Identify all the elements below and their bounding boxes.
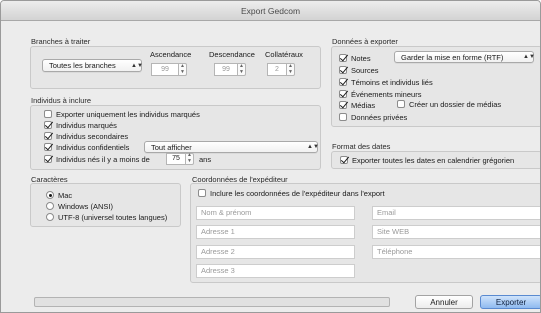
descendance-value[interactable]: 99 [214, 63, 238, 76]
option-inclure-coordonnees[interactable]: Inclure les coordonnées de l'expéditeur … [198, 188, 385, 198]
radio-windows-ansi[interactable]: Windows (ANSI) [46, 201, 113, 211]
format-dates-section-title: Format des dates [332, 142, 391, 151]
option-label: Individus confidentiels [56, 142, 130, 152]
option-label: Individus marqués [56, 120, 117, 130]
descendance-label: Descendance [209, 50, 255, 59]
option-label: Créer un dossier de médias [409, 99, 502, 109]
ascendance-stepper[interactable]: 99 ▲ ▼ [151, 63, 187, 76]
option-medias[interactable]: Médias [339, 100, 375, 110]
option-label: Témoins et individus liés [351, 77, 433, 87]
checkbox[interactable] [44, 132, 52, 140]
checkbox[interactable] [339, 54, 347, 62]
radio-button[interactable] [46, 202, 54, 210]
checkbox[interactable] [339, 101, 347, 109]
years-stepper[interactable]: 75 ▲ ▼ [166, 152, 194, 165]
option-individus-nes[interactable]: Individus nés il y a moins de [44, 154, 150, 164]
checkbox[interactable] [339, 78, 347, 86]
branches-select[interactable]: Toutes les branches ▲▼ [42, 59, 143, 72]
stepper-arrows-icon[interactable]: ▲ ▼ [179, 63, 187, 76]
radio-mac[interactable]: Mac [46, 190, 72, 200]
branches-select-value: Toutes les branches [49, 61, 116, 70]
name-field[interactable]: Nom & prénom [196, 206, 355, 220]
option-label: Individus secondaires [56, 131, 129, 141]
email-field[interactable]: Email [372, 206, 540, 220]
address1-field[interactable]: Adresse 1 [196, 225, 355, 239]
option-individus-marques[interactable]: Individus marqués [44, 120, 117, 130]
option-label: Données privées [351, 112, 408, 122]
phone-field[interactable]: Téléphone [372, 245, 540, 259]
export-button[interactable]: Exporter [480, 295, 540, 309]
radio-label: UTF-8 (universel toutes langues) [58, 212, 168, 222]
select-arrows-icon: ▲▼ [523, 54, 535, 60]
branches-section-title: Branches à traiter [31, 37, 91, 46]
option-label: Événements mineurs [351, 89, 422, 99]
address2-field[interactable]: Adresse 2 [196, 245, 355, 259]
export-gedcom-window: Export Gedcom Branches à traiter Toutes … [0, 0, 541, 313]
checkbox[interactable] [44, 110, 52, 118]
option-label: Sources [351, 65, 379, 75]
checkbox[interactable] [339, 66, 347, 74]
option-dossier-medias[interactable]: Créer un dossier de médias [397, 99, 501, 109]
notes-format-value: Garder la mise en forme (RTF) [401, 52, 504, 62]
option-label: Notes [351, 53, 371, 63]
collateraux-label: Collatéraux [265, 50, 303, 59]
radio-label: Mac [58, 190, 73, 200]
checkbox[interactable] [340, 156, 348, 164]
export-progress-bar [34, 297, 390, 307]
website-field[interactable]: Site WEB [372, 225, 540, 239]
ascendance-value[interactable]: 99 [151, 63, 179, 76]
checkbox[interactable] [339, 113, 347, 121]
stepper-arrows-icon[interactable]: ▲ ▼ [287, 63, 295, 76]
option-label: Médias [351, 100, 376, 110]
window-title: Export Gedcom [1, 1, 540, 21]
checkbox[interactable] [339, 90, 347, 98]
option-label: Inclure les coordonnées de l'expéditeur … [210, 188, 385, 198]
ascendance-label: Ascendance [150, 50, 192, 59]
option-label: Exporter toutes les dates en calendrier … [352, 155, 515, 165]
address3-field[interactable]: Adresse 3 [196, 264, 355, 278]
donnees-section-title: Données à exporter [332, 37, 398, 46]
checkbox[interactable] [198, 189, 206, 197]
option-label: Exporter uniquement les individus marqué… [56, 109, 200, 119]
option-evenements-mineurs[interactable]: Événements mineurs [339, 89, 421, 99]
stepper-arrows-icon[interactable]: ▲ ▼ [238, 63, 246, 76]
option-notes[interactable]: Notes [339, 53, 371, 63]
years-value[interactable]: 75 [166, 152, 186, 165]
option-calendrier-gregorien[interactable]: Exporter toutes les dates en calendrier … [340, 155, 514, 165]
years-unit: ans [199, 155, 212, 164]
cancel-button[interactable]: Annuler [415, 295, 473, 309]
option-label: Individus nés il y a moins de [56, 154, 150, 164]
checkbox[interactable] [44, 121, 52, 129]
option-individus-secondaires[interactable]: Individus secondaires [44, 131, 128, 141]
select-arrows-icon: ▲▼ [307, 144, 319, 150]
radio-label: Windows (ANSI) [58, 201, 114, 211]
radio-button[interactable] [46, 213, 54, 221]
option-sources[interactable]: Sources [339, 65, 379, 75]
individus-section-title: Individus à inclure [31, 96, 92, 105]
descendance-stepper[interactable]: 99 ▲ ▼ [214, 63, 246, 76]
radio-button[interactable] [46, 191, 54, 199]
select-arrows-icon: ▲▼ [131, 62, 143, 69]
option-individus-confidentiels[interactable]: Individus confidentiels [44, 142, 129, 152]
stepper-arrows-icon[interactable]: ▲ ▼ [186, 152, 194, 165]
option-exporter-marques[interactable]: Exporter uniquement les individus marqué… [44, 109, 200, 119]
radio-utf8[interactable]: UTF-8 (universel toutes langues) [46, 212, 167, 222]
checkbox[interactable] [44, 143, 52, 151]
collateraux-value[interactable]: 2 [267, 63, 287, 76]
option-donnees-privees[interactable]: Données privées [339, 112, 407, 122]
confidentiels-select-value: Tout afficher [151, 142, 192, 152]
collateraux-stepper[interactable]: 2 ▲ ▼ [267, 63, 295, 76]
notes-format-select[interactable]: Garder la mise en forme (RTF) ▲▼ [394, 51, 535, 63]
checkbox[interactable] [397, 100, 405, 108]
checkbox[interactable] [44, 155, 52, 163]
option-temoins[interactable]: Témoins et individus liés [339, 77, 433, 87]
